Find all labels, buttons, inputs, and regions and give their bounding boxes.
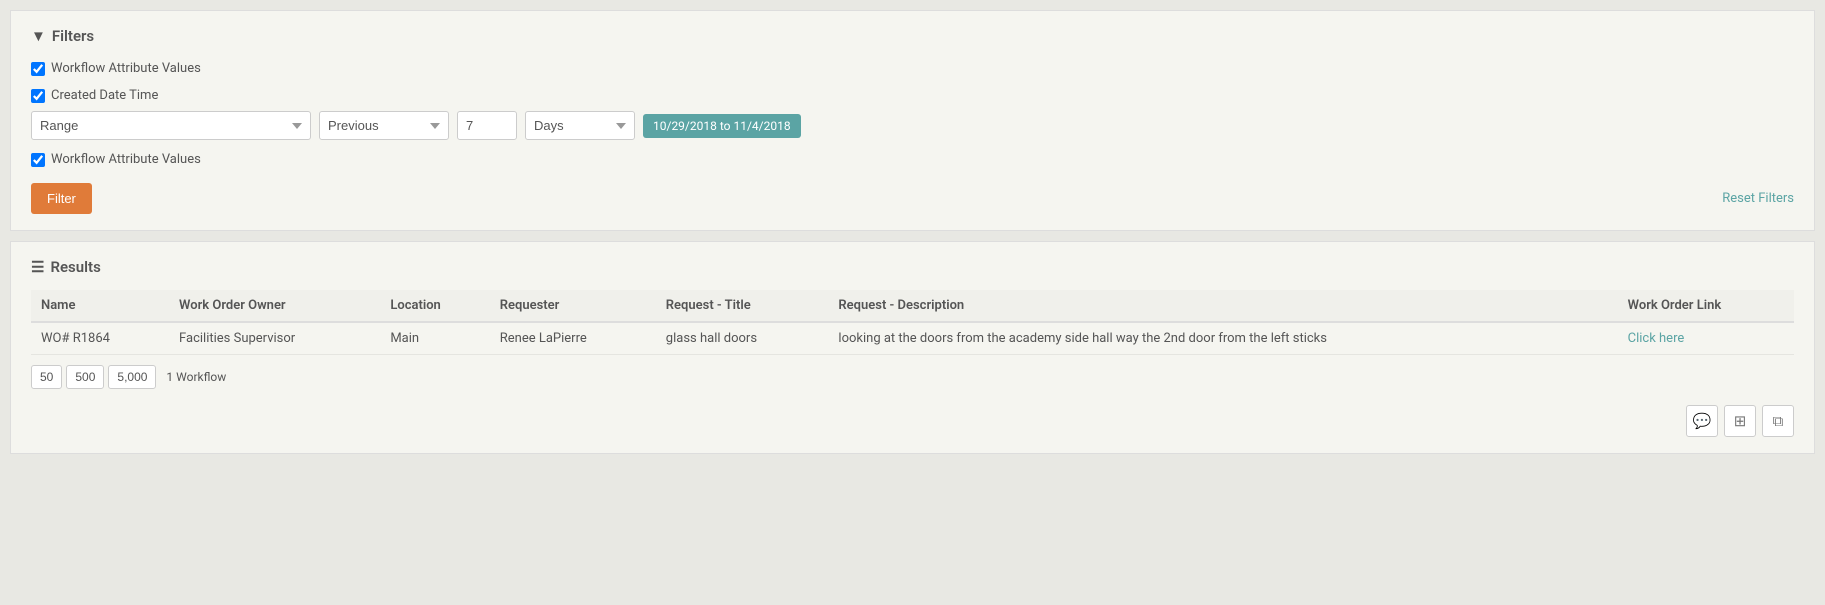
filters-title: ▼ Filters [31,27,1794,45]
filter-row-workflow-attr-2: Workflow Attribute Values [31,152,1794,167]
cell-requester: Renee LaPierre [490,322,656,355]
filter-row-workflow-attr-1: Workflow Attribute Values [31,61,1794,76]
workflow-attr-checkbox-2-label[interactable]: Workflow Attribute Values [31,152,1794,167]
col-work-order-link: Work Order Link [1618,290,1794,322]
table-row: WO# R1864 Facilities Supervisor Main Ren… [31,322,1794,355]
workflow-attr-checkbox-1-label[interactable]: Workflow Attribute Values [31,61,1794,76]
col-name: Name [31,290,169,322]
results-title: ☰ Results [31,258,1794,276]
filters-panel: ▼ Filters Workflow Attribute Values Crea… [10,10,1815,231]
days-select[interactable]: Days [525,111,635,140]
workflow-count: 1 Workflow [166,370,226,384]
workflow-attr-checkbox-2[interactable] [31,153,45,167]
created-date-checkbox-label[interactable]: Created Date Time [31,88,1794,103]
cell-work-order-owner: Facilities Supervisor [169,322,380,355]
date-filter-controls: Range Previous Days 10/29/2018 to 11/4/2… [31,111,1794,140]
copy-icon-button[interactable]: ⧉ [1762,405,1794,437]
filter-button[interactable]: Filter [31,183,92,214]
cell-request-description: looking at the doors from the academy si… [828,322,1617,355]
chat-icon-button[interactable]: 💬 [1686,405,1718,437]
funnel-icon: ▼ [31,27,46,45]
workflow-attr-checkbox-1[interactable] [31,62,45,76]
page-size-50[interactable]: 50 [31,365,62,389]
number-input[interactable] [457,111,517,140]
filter-actions: Filter Reset Filters [31,183,1794,214]
col-work-order-owner: Work Order Owner [169,290,380,322]
created-date-checkbox[interactable] [31,89,45,103]
pagination-row: 50 500 5,000 1 Workflow [31,365,1794,389]
date-range-badge: 10/29/2018 to 11/4/2018 [643,114,801,138]
cell-location: Main [380,322,489,355]
col-location: Location [380,290,489,322]
results-table: Name Work Order Owner Location Requester… [31,290,1794,355]
col-request-description: Request - Description [828,290,1617,322]
filter-row-created-date: Created Date Time Range Previous Days 10… [31,88,1794,140]
cell-name: WO# R1864 [31,322,169,355]
cell-request-title: glass hall doors [656,322,829,355]
cell-work-order-link[interactable]: Click here [1618,322,1794,355]
col-request-title: Request - Title [656,290,829,322]
col-requester: Requester [490,290,656,322]
reset-filters-link[interactable]: Reset Filters [1722,191,1794,206]
grid-icon-button[interactable]: ⊞ [1724,405,1756,437]
work-order-link[interactable]: Click here [1628,331,1685,346]
bottom-actions: 💬 ⊞ ⧉ [31,405,1794,437]
list-icon: ☰ [31,258,44,276]
previous-select[interactable]: Previous [319,111,449,140]
table-header: Name Work Order Owner Location Requester… [31,290,1794,322]
results-panel: ☰ Results Name Work Order Owner Location… [10,241,1815,454]
page-size-5000[interactable]: 5,000 [108,365,156,389]
table-body: WO# R1864 Facilities Supervisor Main Ren… [31,322,1794,355]
range-select[interactable]: Range [31,111,311,140]
page-size-500[interactable]: 500 [66,365,104,389]
